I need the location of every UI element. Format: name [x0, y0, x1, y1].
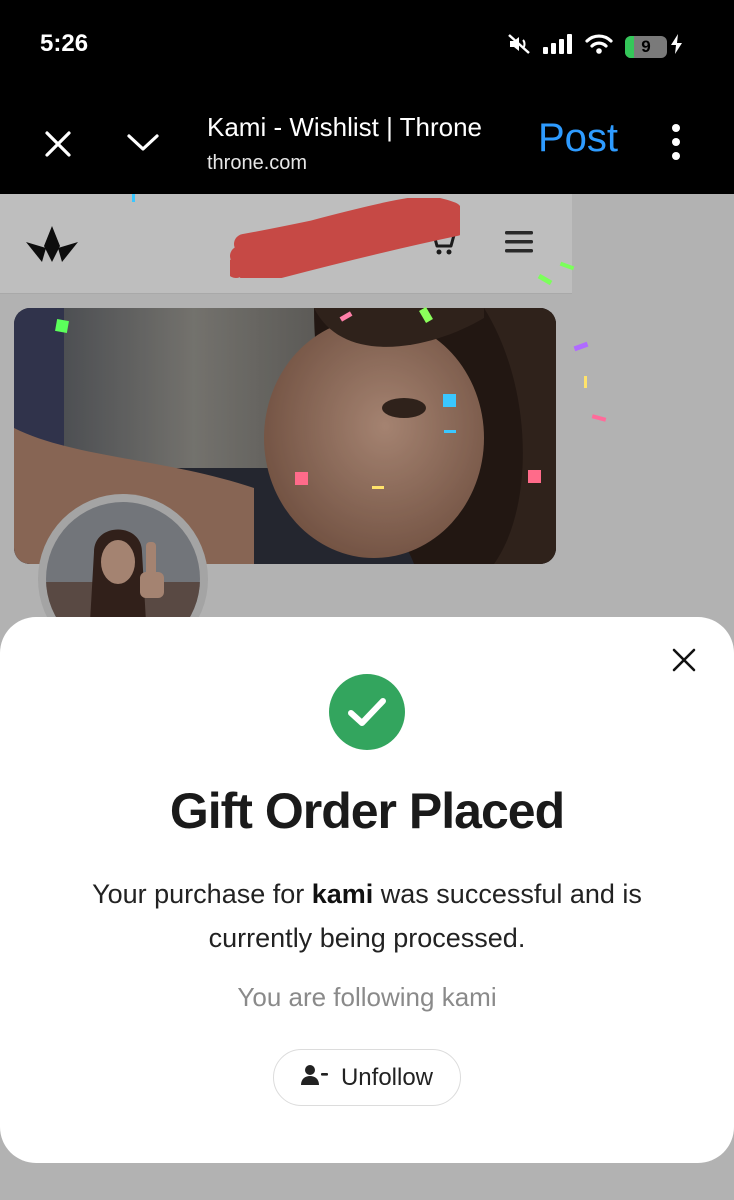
success-check-icon — [329, 674, 405, 750]
status-bar: 5:26 9 — [0, 0, 734, 92]
confetti-piece — [528, 470, 541, 483]
page-domain: throne.com — [207, 152, 308, 174]
close-icon[interactable] — [44, 130, 72, 163]
confetti-piece — [55, 319, 69, 333]
confetti-piece — [573, 341, 589, 352]
confetti-piece — [591, 414, 607, 422]
charging-icon — [670, 34, 684, 59]
unfollow-label: Unfollow — [340, 1063, 434, 1091]
user-minus-icon — [300, 1063, 329, 1092]
chevron-down-icon[interactable] — [126, 132, 160, 159]
status-time: 5:26 — [40, 30, 89, 57]
modal-message: Your purchase for kami was successful an… — [40, 872, 694, 960]
signal-icon — [543, 34, 573, 59]
battery-icon: 9 — [625, 34, 684, 59]
more-icon[interactable] — [664, 124, 688, 160]
status-icons: 9 — [507, 33, 684, 60]
browser-header: Kami - Wishlist | Throne throne.com Post — [0, 92, 734, 194]
message-prefix: Your purchase for — [92, 879, 312, 909]
menu-icon[interactable] — [504, 229, 534, 260]
confetti-piece — [295, 472, 308, 485]
confetti-piece — [372, 486, 384, 489]
unfollow-button[interactable]: Unfollow — [273, 1049, 461, 1106]
following-status: You are following kami — [237, 982, 497, 1012]
post-button[interactable]: Post — [538, 116, 618, 161]
confetti-piece — [132, 194, 135, 202]
confetti-piece — [584, 376, 587, 388]
modal-title: Gift Order Placed — [169, 783, 565, 839]
battery-level: 9 — [641, 36, 651, 56]
redaction-scribble — [230, 198, 460, 278]
wifi-icon — [585, 34, 613, 59]
confetti-piece — [444, 430, 456, 433]
confetti-piece — [443, 394, 456, 407]
page-title: Kami - Wishlist | Throne — [207, 112, 483, 142]
mute-icon — [507, 33, 531, 60]
recipient-name: kami — [311, 879, 374, 909]
modal-close-icon[interactable] — [670, 646, 698, 674]
throne-logo[interactable] — [24, 224, 80, 269]
